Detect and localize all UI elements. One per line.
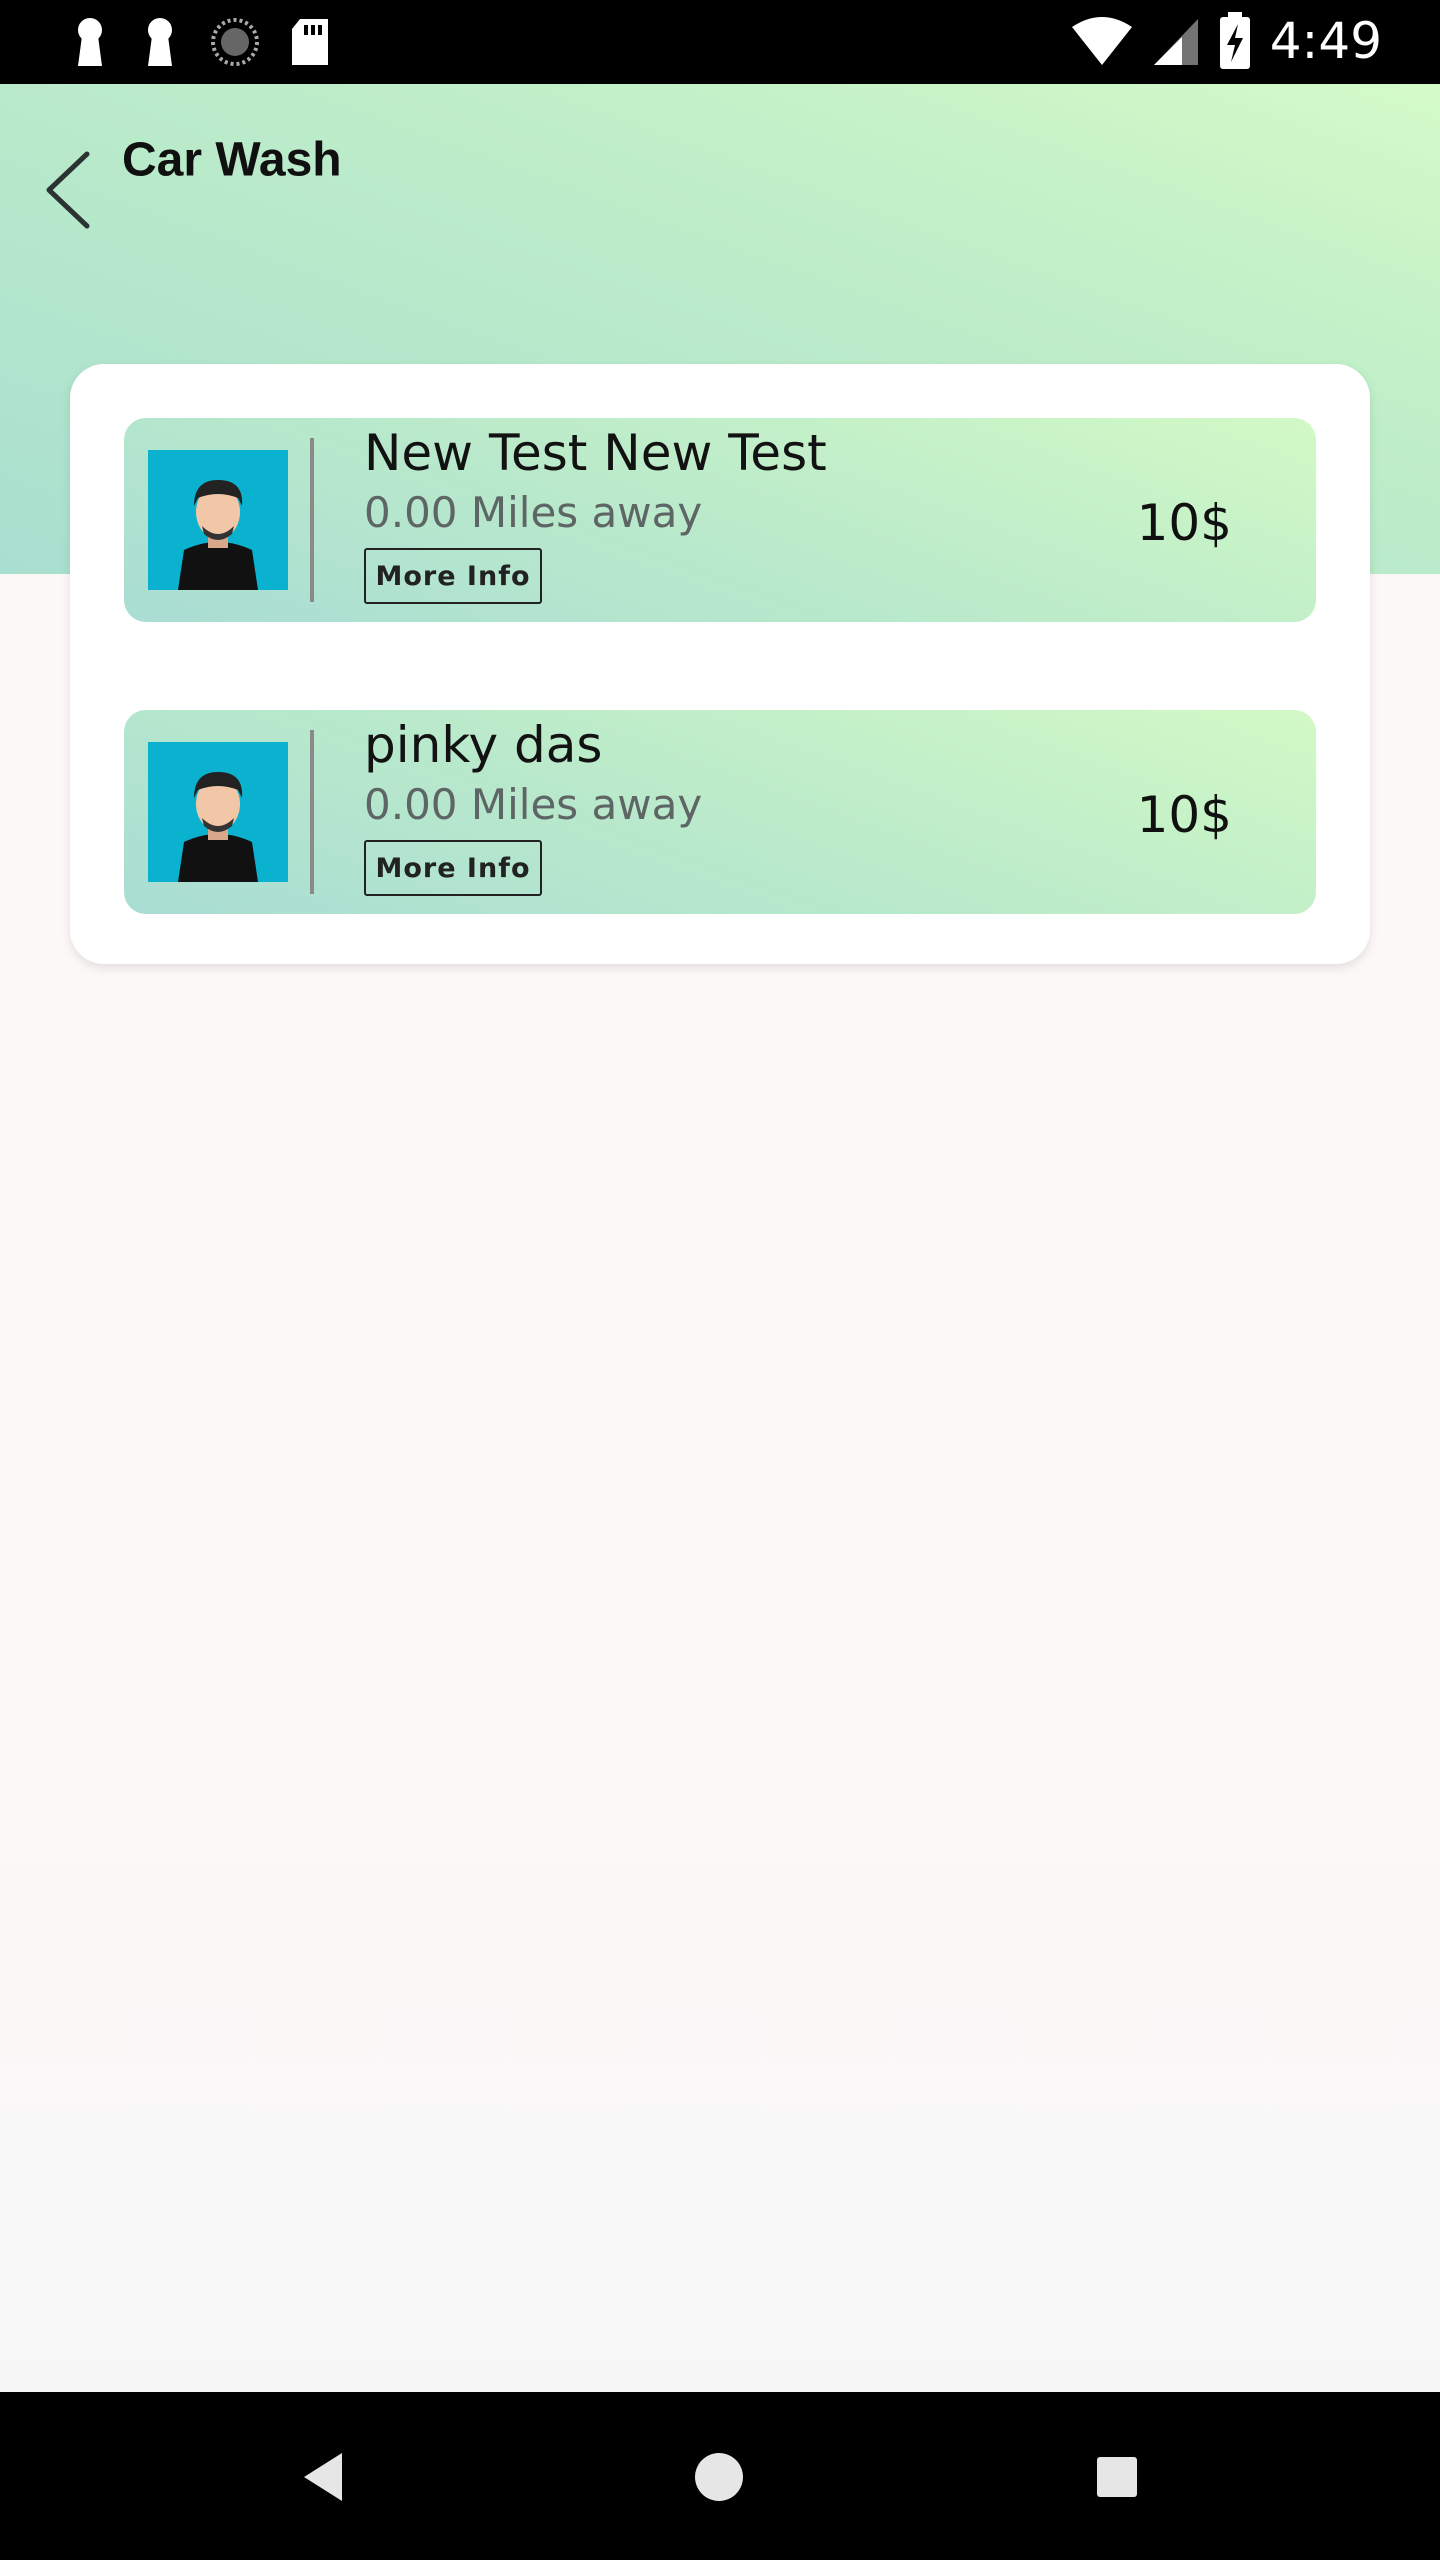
back-button[interactable] [38,148,98,232]
provider-distance: 0.00 Miles away [364,488,703,537]
keyhole-icon [148,18,172,66]
provider-price: 10$ [1136,494,1232,552]
system-nav-bar [0,2392,1440,2560]
chevron-left-icon [46,151,90,229]
more-info-button[interactable]: More Info [364,840,542,896]
provider-card[interactable]: New Test New Test 0.00 Miles away More I… [124,418,1316,622]
page-title: Car Wash [122,133,342,187]
person-avatar-icon [148,450,288,590]
nav-home-button[interactable] [684,2442,754,2512]
card-divider [310,730,314,894]
nav-recents-button[interactable] [1082,2442,1152,2512]
sync-icon [211,18,259,66]
app-bar [0,84,1440,294]
status-bar: 4:49 [0,0,1440,84]
sd-card-icon [292,19,328,65]
provider-price: 10$ [1136,786,1232,844]
nav-back-button[interactable] [288,2442,358,2512]
recents-square-icon [1097,2457,1137,2497]
person-avatar-icon [148,742,288,882]
keyhole-icon [78,18,102,66]
more-info-button[interactable]: More Info [364,548,542,604]
battery-charging-icon [1219,12,1250,69]
cell-signal-icon [1153,19,1198,65]
card-divider [310,438,314,602]
provider-name: New Test New Test [364,424,827,482]
status-icons-left [70,16,330,68]
provider-distance: 0.00 Miles away [364,780,703,829]
provider-card[interactable]: pinky das 0.00 Miles away More Info 10$ [124,710,1316,914]
provider-name: pinky das [364,716,603,774]
home-circle-icon [695,2453,743,2501]
wifi-icon [1071,17,1132,65]
provider-list-card: New Test New Test 0.00 Miles away More I… [70,364,1370,964]
status-icons-right: 4:49 [1070,12,1382,70]
status-time: 4:49 [1269,12,1382,70]
back-triangle-icon [304,2453,342,2501]
